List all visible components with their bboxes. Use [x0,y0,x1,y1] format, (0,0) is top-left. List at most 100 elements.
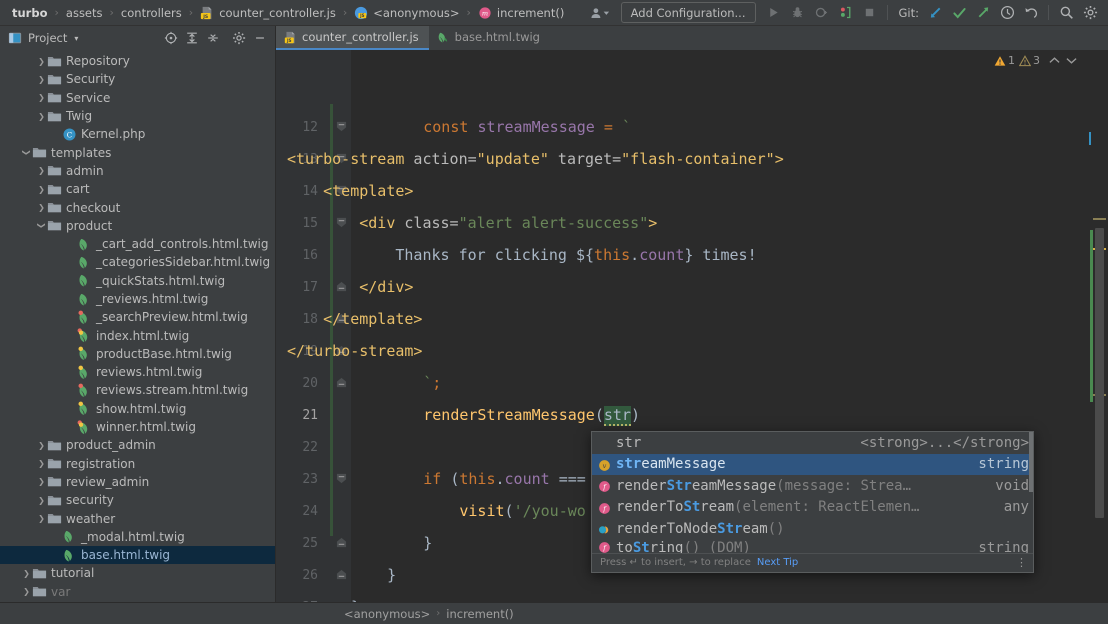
chevron-right-icon[interactable]: ❯ [21,587,32,596]
tree-item-tutorial[interactable]: ❯ tutorial [0,564,275,582]
chevron-down-icon[interactable]: ❯ [22,147,31,158]
autocomplete-item[interactable]: v streamMessage string [592,453,1033,475]
tree-item-review-admin[interactable]: ❯ review_admin [0,473,275,491]
tree-item--modal-html-twig[interactable]: ❯ _modal.html.twig [0,528,275,546]
autocomplete-scrollbar[interactable] [1029,432,1033,492]
inspection-widget[interactable]: 1 3 [994,54,1078,67]
fold-marker[interactable] [336,537,347,548]
play-icon[interactable] [762,2,786,24]
gear-icon[interactable] [229,28,249,48]
tree-item--cart-add-controls-html-twig[interactable]: ❯ _cart_add_controls.html.twig [0,235,275,253]
breadcrumb-item-controllers[interactable]: controllers [119,6,184,20]
tab-counter-controller-js[interactable]: JS counter_controller.js [276,26,429,50]
tree-item-vendor[interactable]: ❯vendor [0,601,275,602]
tree-item--categoriessidebar-html-twig[interactable]: ❯ _categoriesSidebar.html.twig [0,253,275,271]
search-icon[interactable] [1054,2,1078,24]
editor-breadcrumb-item-anonymous[interactable]: <anonymous> [344,607,430,621]
autocomplete-item[interactable]: f renderToStream (element: ReactElemen… any [592,497,1033,519]
chevron-down-icon[interactable]: ▾ [74,34,78,43]
tree-item-templates[interactable]: ❯ templates [0,143,275,161]
locate-target-icon[interactable] [161,28,181,48]
code-editor[interactable]: 1213141516171819202122232425262728 [276,50,1108,602]
tree-item-reviews-stream-html-twig[interactable]: ❯ reviews.stream.html.twig [0,381,275,399]
fold-marker[interactable] [336,569,347,580]
chevron-right-icon[interactable]: ❯ [36,112,47,121]
chevron-right-icon[interactable]: ❯ [36,459,47,468]
checkin-arrow-icon[interactable] [923,2,947,24]
breadcrumb-item-assets[interactable]: assets [64,6,105,20]
tree-item-var[interactable]: ❯ var [0,583,275,601]
tree-item--searchpreview-html-twig[interactable]: ❯ _searchPreview.html.twig [0,308,275,326]
tree-item-cart[interactable]: ❯ cart [0,180,275,198]
fold-marker[interactable] [336,121,347,132]
breadcrumb-item-method[interactable]: m increment() [476,6,566,20]
tree-item-product[interactable]: ❯ product [0,217,275,235]
profiler-icon[interactable] [834,2,858,24]
editor-breadcrumb-item-increment[interactable]: increment() [446,607,513,621]
tree-item-product-admin[interactable]: ❯ product_admin [0,436,275,454]
tree-item--reviews-html-twig[interactable]: ❯ _reviews.html.twig [0,290,275,308]
clock-icon[interactable] [995,2,1019,24]
more-options-icon[interactable]: ⋮ [1016,556,1027,569]
check-icon[interactable] [947,2,971,24]
warning-count-indicator[interactable]: 1 [994,54,1015,67]
error-stripe-marker[interactable] [1093,218,1106,220]
tree-item-checkout[interactable]: ❯ checkout [0,198,275,216]
chevron-right-icon[interactable]: ❯ [36,75,47,84]
chevron-right-icon[interactable]: ❯ [36,496,47,505]
tree-item-kernel-php[interactable]: ❯ C Kernel.php [0,125,275,143]
chevron-right-icon[interactable]: ❯ [36,166,47,175]
expand-all-icon[interactable] [182,28,202,48]
editor-marker-track[interactable] [1080,50,1108,602]
breadcrumb-item-project[interactable]: turbo [10,6,50,20]
breadcrumb-item-file[interactable]: JS counter_controller.js [198,6,338,20]
tree-item-weather[interactable]: ❯ weather [0,509,275,527]
tree-item-index-html-twig[interactable]: ❯ index.html.twig [0,326,275,344]
editor-scrollbar-thumb[interactable] [1095,228,1104,518]
minimize-icon[interactable] [250,28,270,48]
chevron-right-icon[interactable]: ❯ [36,57,47,66]
chevron-right-icon[interactable]: ❯ [21,569,32,578]
tree-item-security[interactable]: ❯ Security [0,70,275,88]
autocomplete-item[interactable]: renderToNodeStream() [592,518,1033,540]
tree-item--quickstats-html-twig[interactable]: ❯ _quickStats.html.twig [0,272,275,290]
tree-item-twig[interactable]: ❯ Twig [0,107,275,125]
tree-item-winner-html-twig[interactable]: ❯ winner.html.twig [0,418,275,436]
tree-item-security[interactable]: ❯ security [0,491,275,509]
bug-icon[interactable] [786,2,810,24]
tab-base-html-twig[interactable]: base.html.twig [429,26,550,50]
autocomplete-list[interactable]: str <strong>...</strong> v streamMessage str… [592,432,1033,553]
run-configuration-selector[interactable]: Add Configuration... [620,2,756,23]
chevron-down-icon[interactable]: ❯ [37,220,46,231]
weak-warning-count-indicator[interactable]: 3 [1019,54,1040,67]
fold-marker[interactable] [336,473,347,484]
tree-item-base-html-twig[interactable]: ❯ base.html.twig [0,546,275,565]
chevron-right-icon[interactable]: ❯ [36,441,47,450]
autocomplete-item[interactable]: f renderStreamMessage (message: Strea… void [592,475,1033,497]
undo-icon[interactable] [1019,2,1043,24]
autocomplete-popup[interactable]: str <strong>...</strong> v streamMessage str… [591,431,1034,573]
tree-item-service[interactable]: ❯ Service [0,89,275,107]
collapse-all-icon[interactable] [203,28,223,48]
autocomplete-item[interactable]: f toString() (DOM) string [592,540,1033,553]
next-tip-link[interactable]: Next Tip [757,557,798,568]
project-file-tree[interactable]: ❯ Repository ❯ Security ❯ Service ❯ Twig ❯ C Kerne… [0,50,276,602]
tree-item-show-html-twig[interactable]: ❯ show.html.twig [0,400,275,418]
chevron-right-icon[interactable]: ❯ [36,514,47,523]
tree-item-registration[interactable]: ❯ registration [0,455,275,473]
chevron-right-icon[interactable]: ❯ [36,203,47,212]
chevron-right-icon[interactable]: ❯ [36,477,47,486]
tree-item-admin[interactable]: ❯ admin [0,162,275,180]
chevron-right-icon[interactable]: ❯ [36,93,47,102]
chevron-up-icon[interactable] [1048,55,1061,66]
user-dropdown-icon[interactable] [585,2,615,24]
breadcrumb-item-anonymous[interactable]: JS <anonymous> [352,6,461,20]
fold-marker[interactable] [336,377,347,388]
stop-icon[interactable] [858,2,882,24]
chevron-right-icon[interactable]: ❯ [36,185,47,194]
autocomplete-item[interactable]: str <strong>...</strong> [592,432,1033,454]
tree-item-productbase-html-twig[interactable]: ❯ productBase.html.twig [0,345,275,363]
gear-icon[interactable] [1078,2,1102,24]
tree-item-repository[interactable]: ❯ Repository [0,52,275,70]
coverage-icon[interactable] [810,2,834,24]
